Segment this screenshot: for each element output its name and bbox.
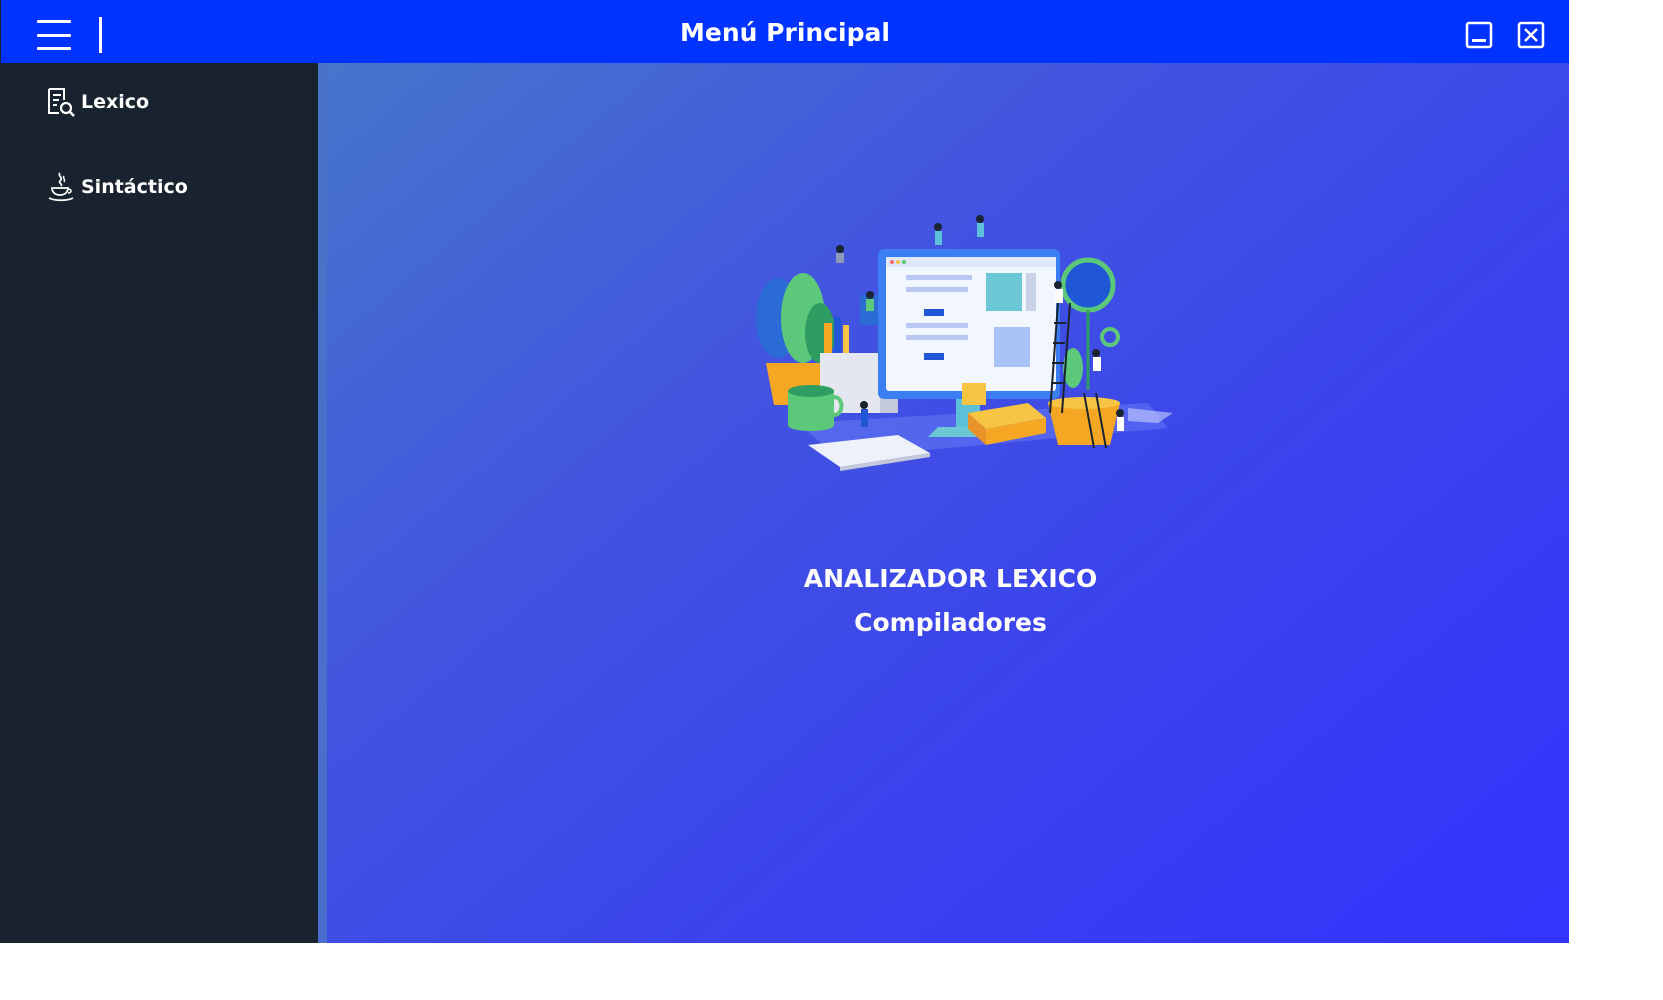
java-cup-icon bbox=[48, 172, 74, 202]
window-title: Menú Principal bbox=[680, 18, 890, 47]
minimize-icon bbox=[1465, 21, 1493, 49]
sidebar-item-sintactico[interactable]: Sintáctico bbox=[45, 170, 188, 204]
main-content: ANALIZADOR LEXICO Compiladores bbox=[318, 63, 1569, 943]
sidebar: Lexico Sintáctico bbox=[1, 63, 318, 943]
main-subheading: Compiladores bbox=[854, 608, 1047, 637]
main-left-edge bbox=[318, 63, 327, 943]
document-search-icon bbox=[48, 88, 75, 117]
close-icon bbox=[1517, 21, 1545, 49]
close-button[interactable] bbox=[1516, 20, 1546, 50]
title-bar: Menú Principal bbox=[1, 0, 1569, 63]
app-window: Menú Principal Lexico Sintáctico ANALIZA… bbox=[0, 0, 1569, 943]
sidebar-item-lexico[interactable]: Lexico bbox=[45, 85, 149, 119]
main-heading: ANALIZADOR LEXICO bbox=[803, 564, 1098, 593]
minimize-button[interactable] bbox=[1464, 20, 1494, 50]
sidebar-item-label: Lexico bbox=[81, 91, 150, 113]
computer-workspace-illustration bbox=[756, 215, 1173, 471]
sidebar-item-label: Sintáctico bbox=[81, 176, 188, 198]
